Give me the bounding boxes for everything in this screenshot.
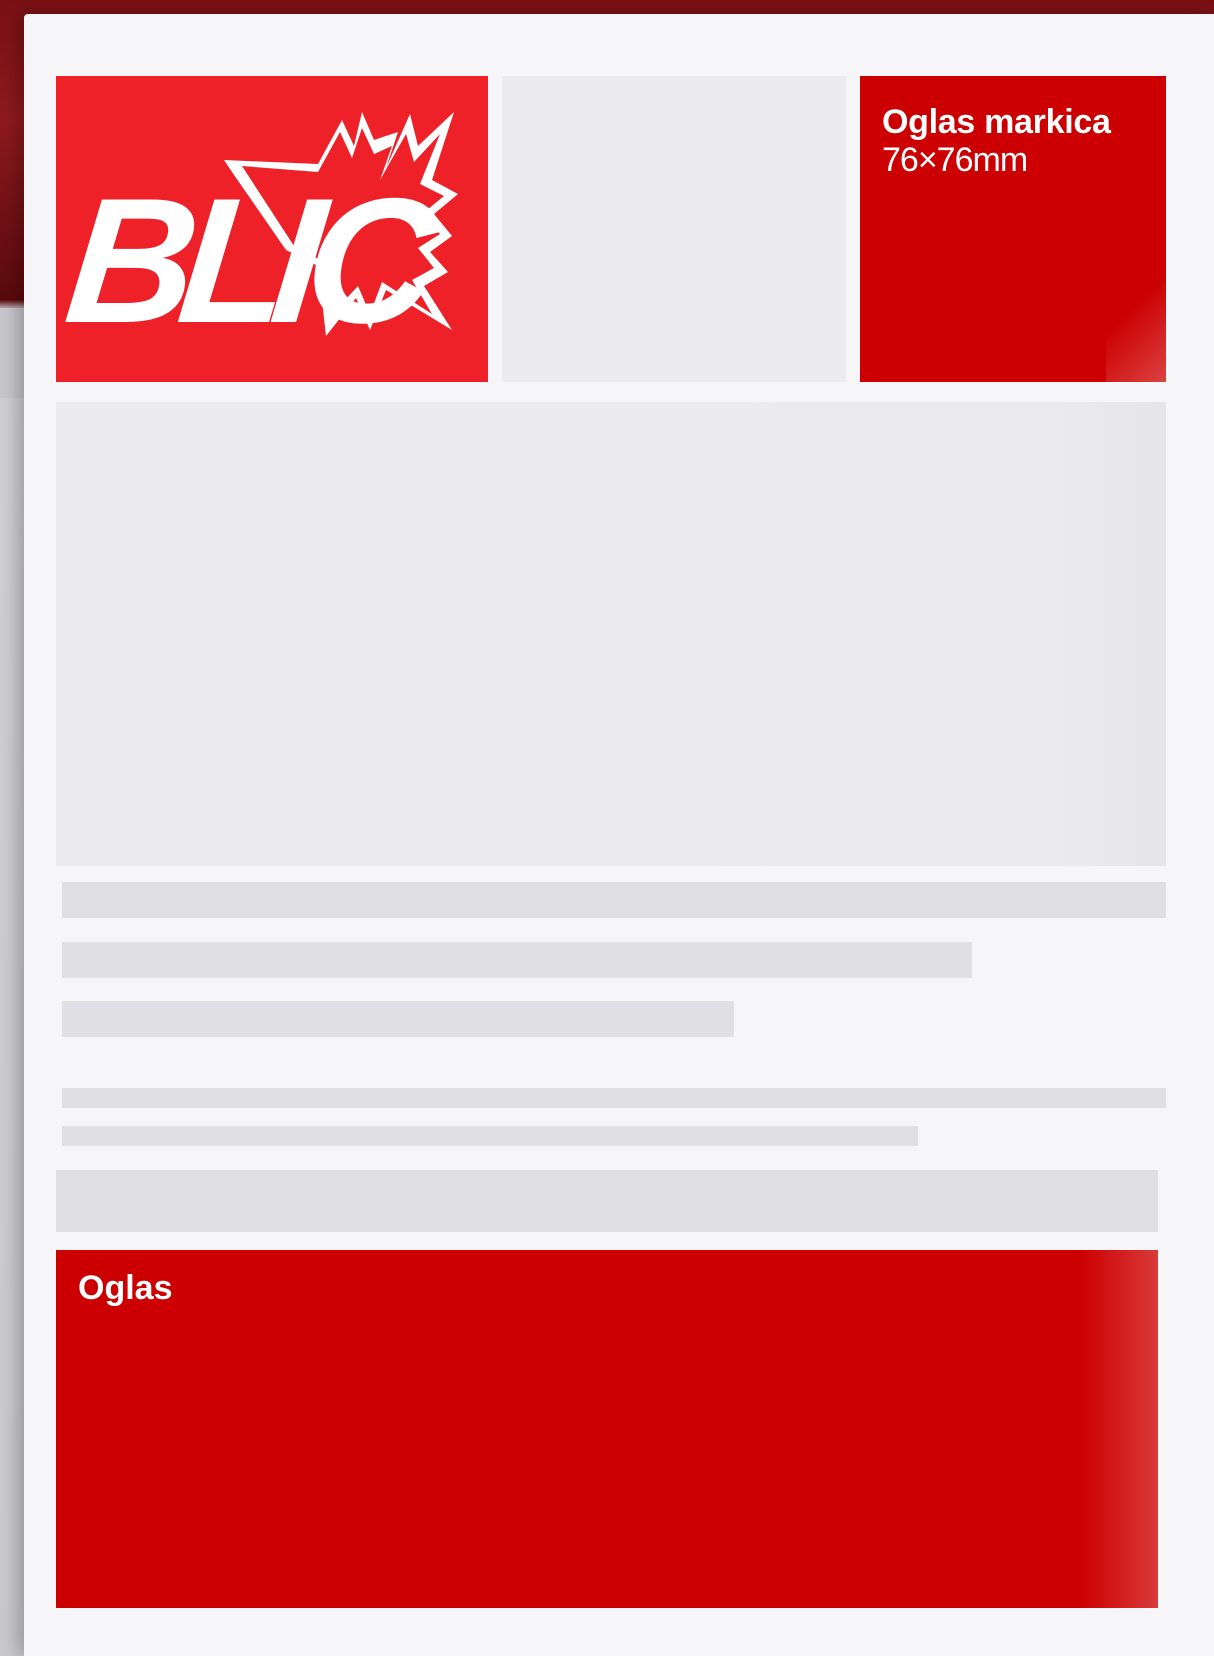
headline-line-1 [62,882,1166,918]
header-ad-placeholder [502,76,846,382]
ad-stamp-title: Oglas markica [882,103,1111,141]
ad-banner-label: Oglas [78,1269,173,1307]
ad-stamp-box: Oglas markica 76×76mm [860,76,1166,382]
headline-line-3 [62,1001,734,1037]
blic-logo: BLIC [56,76,488,382]
ad-stamp-size: 76×76mm [882,141,1028,179]
body-text-line-2 [62,1126,918,1146]
logo-text: BLIC [58,160,448,359]
hero-image-placeholder [56,402,1166,866]
ad-stamp-shine [1106,262,1166,382]
headline-line-2 [62,942,972,978]
ad-banner-box: Oglas [56,1250,1158,1608]
blic-burst-logo-icon: BLIC [58,112,458,360]
text-block-placeholder [56,1170,1158,1232]
body-text-line-1 [62,1088,1166,1108]
